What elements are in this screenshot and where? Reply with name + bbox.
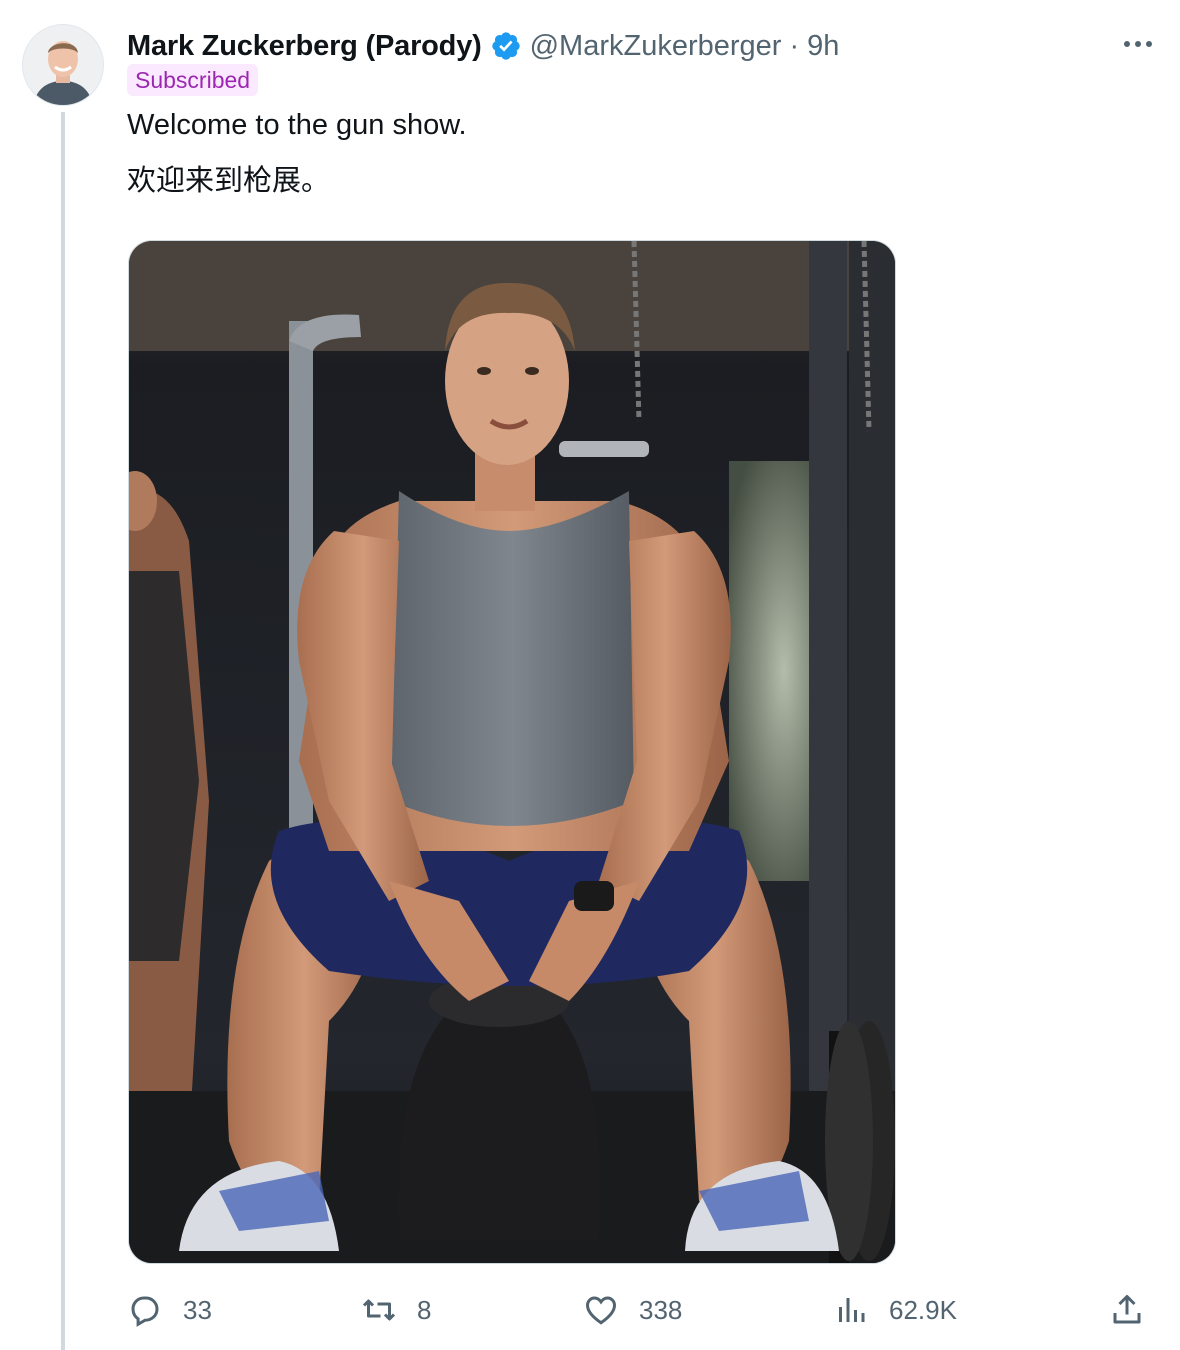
subscribed-badge: Subscribed: [127, 64, 259, 96]
separator-dot: ·: [789, 29, 800, 62]
retweet-count: 8: [417, 1294, 432, 1325]
retweet-button[interactable]: 8: [361, 1288, 431, 1332]
tweet-header: Mark Zuckerberg (Parody) @MarkZukerberge…: [127, 26, 839, 66]
share-button[interactable]: [1109, 1288, 1145, 1332]
like-count: 338: [639, 1294, 683, 1325]
heart-icon: [585, 1296, 617, 1325]
views-chart-icon: [839, 1298, 865, 1322]
more-button[interactable]: [1118, 28, 1158, 60]
more-icon: [1124, 41, 1152, 47]
tweet-text-english: Welcome to the gun show.: [127, 109, 467, 141]
author-handle[interactable]: @MarkZukerberger: [530, 30, 782, 63]
avatar[interactable]: [22, 24, 104, 106]
timestamp[interactable]: 9h: [807, 30, 839, 63]
author-name[interactable]: Mark Zuckerberg (Parody): [127, 30, 482, 63]
retweet-icon: [362, 1299, 396, 1321]
reply-count: 33: [183, 1294, 212, 1325]
views-button[interactable]: 62.9K: [833, 1288, 957, 1332]
share-icon: [1113, 1295, 1141, 1324]
reply-icon: [131, 1296, 159, 1327]
tweet-media-image[interactable]: [128, 240, 896, 1264]
tweet-actions: 33 8 338 62.9K: [127, 1288, 1157, 1332]
reply-button[interactable]: 33: [127, 1288, 212, 1332]
gym-photo: [129, 241, 895, 1263]
like-button[interactable]: 338: [583, 1288, 682, 1332]
thread-line: [61, 112, 65, 1350]
views-count: 62.9K: [889, 1294, 957, 1325]
avatar-image: [23, 25, 103, 105]
tweet-text-chinese: 欢迎来到枪展。: [127, 165, 331, 197]
verified-badge-icon[interactable]: [490, 30, 522, 62]
